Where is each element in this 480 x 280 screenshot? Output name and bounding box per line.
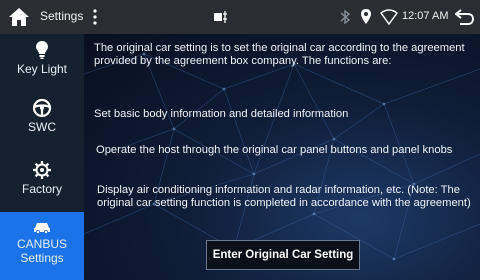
app-title: Settings bbox=[40, 9, 84, 23]
status-bar: Settings 12:07 AM bbox=[0, 0, 480, 34]
sidebar: Key Light SWC Factory CANBUS Settings bbox=[0, 34, 84, 280]
steering-wheel-icon bbox=[32, 98, 52, 118]
home-icon[interactable] bbox=[8, 7, 30, 27]
intro-text: The original car setting is to set the o… bbox=[94, 42, 465, 67]
bluetooth-icon bbox=[340, 9, 351, 25]
sidebar-item-label: Key Light bbox=[16, 62, 68, 76]
function-item-2: Operate the host through the original ca… bbox=[96, 144, 453, 156]
back-icon[interactable] bbox=[455, 8, 475, 26]
sidebar-item-label: Factory bbox=[21, 182, 62, 196]
gear-icon bbox=[33, 161, 51, 179]
sidebar-item-key-light[interactable]: Key Light bbox=[0, 34, 84, 92]
sidebar-item-swc[interactable]: SWC bbox=[0, 92, 84, 150]
menu-dots-icon[interactable] bbox=[92, 8, 98, 26]
sidebar-item-factory[interactable]: Factory bbox=[0, 154, 84, 212]
usb-icon bbox=[214, 11, 227, 23]
function-item-3: Display air conditioning information and… bbox=[97, 184, 471, 209]
sidebar-item-label: SWC bbox=[28, 120, 56, 134]
car-icon bbox=[34, 223, 50, 234]
main-panel: The original car setting is to set the o… bbox=[84, 34, 480, 280]
enter-original-car-setting-button[interactable]: Enter Original Car Setting bbox=[206, 240, 360, 270]
function-item-1: Set basic body information and detailed … bbox=[94, 108, 349, 120]
wifi-icon bbox=[380, 9, 398, 25]
clock: 12:07 AM bbox=[402, 10, 449, 22]
sidebar-item-label-line2: Settings bbox=[20, 251, 64, 265]
lightbulb-icon bbox=[36, 41, 48, 59]
sidebar-item-canbus-settings[interactable]: CANBUS Settings bbox=[0, 212, 84, 280]
location-icon bbox=[361, 9, 371, 24]
sidebar-item-label-line1: CANBUS bbox=[16, 237, 67, 251]
